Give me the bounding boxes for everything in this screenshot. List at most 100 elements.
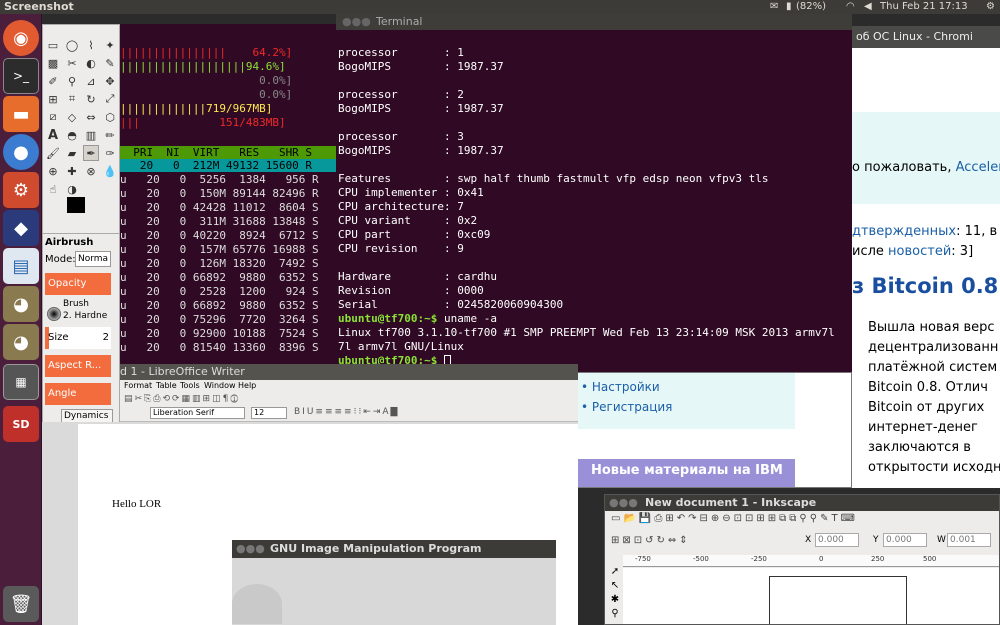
crop-icon[interactable]: ⌗ <box>64 91 80 107</box>
zoom-tool-icon[interactable]: ⚲ <box>607 607 623 621</box>
window-controls[interactable]: ●●● <box>342 14 371 30</box>
color-picker-icon[interactable]: ✐ <box>45 73 61 89</box>
process-row[interactable]: u 20 0 40220 8924 6712 S <box>120 229 319 242</box>
workspace-switcher-icon[interactable]: ▦ <box>3 364 39 400</box>
process-row[interactable]: u 20 0 66892 9880 6352 S <box>120 271 319 284</box>
foreground-color[interactable] <box>67 197 85 213</box>
select-tool-icon[interactable]: ➚ <box>607 565 623 579</box>
perspective-icon[interactable]: ◇ <box>64 109 80 125</box>
gimp-main-window[interactable]: ●●● GNU Image Manipulation Program <box>232 540 556 625</box>
menu-item-settings[interactable]: • Настройки <box>581 377 672 397</box>
terminal-icon[interactable]: >_ <box>3 58 39 94</box>
heal-icon[interactable]: ✚ <box>64 163 80 179</box>
brush-preview-icon[interactable] <box>47 307 61 321</box>
menu-help[interactable]: Help <box>238 380 256 392</box>
fuzzy-select-icon[interactable]: ✦ <box>102 37 118 53</box>
battery-icon[interactable]: ▮ <box>786 0 792 14</box>
flip-icon[interactable]: ⇔ <box>83 109 99 125</box>
power-icon[interactable]: ⚙ <box>986 0 995 14</box>
inkscape-canvas[interactable] <box>623 568 999 624</box>
process-row[interactable]: u 20 0 2528 1200 924 S <box>120 285 319 298</box>
size-slider[interactable]: Size 2 <box>45 327 111 349</box>
formatting-toolbar-icons[interactable]: BIU≡≡≡≡⁝⁝⇤⇥A▇ <box>294 407 399 417</box>
process-row[interactable]: u 20 0 126M 18320 7492 S <box>120 257 319 270</box>
foreground-select-icon[interactable]: ◐ <box>83 55 99 71</box>
inkscape-icon[interactable]: ◆ <box>3 210 39 246</box>
mode-select[interactable]: Norma <box>75 251 111 267</box>
cage-icon[interactable]: ⬡ <box>102 109 118 125</box>
process-row[interactable]: u 20 0 75296 7720 3264 S <box>120 313 319 326</box>
process-row[interactable]: u 20 0 66892 9880 6352 S <box>120 299 319 312</box>
text-icon[interactable]: A <box>45 127 61 143</box>
process-row-selected[interactable]: 20 0 212M 49132 15600 R <box>120 159 336 172</box>
tweak-tool-icon[interactable]: ✱ <box>607 593 623 607</box>
wifi-icon[interactable]: ◠ <box>846 0 855 14</box>
inkscape-window[interactable]: ●●● New document 1 - Inkscape ▭📂💾⎙⊞↶↷⊟⊕⊖… <box>604 494 1000 625</box>
ink-icon[interactable]: ✑ <box>102 145 118 161</box>
measure-icon[interactable]: ⊿ <box>83 73 99 89</box>
align-icon[interactable]: ⊞ <box>45 91 61 107</box>
chromium-page[interactable]: о пожаловать, Acceler дтвержденных: 11, … <box>852 48 1000 488</box>
article-heading[interactable]: з Bitcoin 0.8.0 <box>852 274 1000 298</box>
x-input[interactable]: 0.000 <box>815 533 859 547</box>
libreoffice-titlebar[interactable]: d 1 - LibreOffice Writer <box>120 364 578 380</box>
perspective-clone-icon[interactable]: ⊗ <box>83 163 99 179</box>
sd-card-icon[interactable]: SD <box>3 406 39 442</box>
blur-icon[interactable]: 💧 <box>102 163 118 179</box>
ellipse-select-icon[interactable]: ◯ <box>64 37 80 53</box>
dodge-icon[interactable]: ◑ <box>64 181 80 197</box>
document-text[interactable]: Hello LOR <box>112 498 161 510</box>
window-controls[interactable]: ●●● <box>236 540 265 558</box>
process-row[interactable]: u 20 0 92900 10188 7524 S <box>120 327 319 340</box>
dash-icon[interactable]: ◉ <box>3 20 39 56</box>
accelerator-link[interactable]: Acceler <box>956 160 1000 175</box>
chromium-icon[interactable]: ● <box>3 134 39 170</box>
clock[interactable]: Thu Feb 21 17:13 <box>880 0 968 14</box>
wiki-window[interactable]: • Настройки • Регистрация Новые материал… <box>568 372 852 488</box>
files-icon[interactable]: ▬ <box>3 96 39 132</box>
opacity-slider[interactable]: Opacity <box>45 273 111 295</box>
menu-format[interactable]: Format <box>124 380 152 392</box>
scale-icon[interactable]: ⤢ <box>102 91 118 107</box>
accessibility-icon[interactable]: ✉ <box>770 0 778 14</box>
clone-icon[interactable]: ⊕ <box>45 163 61 179</box>
free-select-icon[interactable]: ⌇ <box>83 37 99 53</box>
terminal-titlebar[interactable]: ●●● Terminal <box>336 14 852 30</box>
gimp-icon[interactable]: ◕ <box>3 286 39 322</box>
pencil-icon[interactable]: ✏ <box>102 127 118 143</box>
rect-select-icon[interactable]: ▭ <box>45 37 61 53</box>
standard-toolbar-icons[interactable]: ▤✂⎘⎙⟲⟳▦▥⊞◫¶⓵ <box>124 394 240 404</box>
menu-tools[interactable]: Tools <box>180 380 200 392</box>
inkscape-command-bar[interactable]: ▭📂💾⎙⊞↶↷⊟⊕⊖⊡⊡⊞⊞⧉⧉⚲⚲✎T⌨ <box>611 513 858 524</box>
gimp-icon-2[interactable]: ◕ <box>3 324 39 360</box>
process-row[interactable]: u 20 0 157M 65776 16988 S <box>120 243 319 256</box>
chromium-titlebar[interactable]: об ОС Linux - Chromi <box>852 26 1000 48</box>
font-name-select[interactable]: Liberation Serif <box>150 407 245 419</box>
gimp-canvas[interactable] <box>232 558 556 625</box>
paths-icon[interactable]: ✎ <box>102 55 118 71</box>
menu-table[interactable]: Table <box>156 380 177 392</box>
node-tool-icon[interactable]: ↖ <box>607 579 623 593</box>
chromium-tab-title[interactable]: об ОС Linux - Chromi <box>856 30 973 43</box>
process-row[interactable]: u 20 0 5256 1384 956 R <box>120 173 319 186</box>
confirmed-link[interactable]: дтвержденных <box>852 224 956 239</box>
smudge-icon[interactable]: ☝ <box>45 181 61 197</box>
libreoffice-writer-icon[interactable]: ▤ <box>3 248 39 284</box>
blend-icon[interactable]: ▥ <box>83 127 99 143</box>
bucket-fill-icon[interactable]: ◓ <box>64 127 80 143</box>
htop-terminal[interactable]: |||||||||||||||| 64.2%] ||||||||||||||||… <box>120 24 336 364</box>
gimp-titlebar[interactable]: ●●● GNU Image Manipulation Program <box>232 540 556 558</box>
trash-icon[interactable]: 🗑 <box>3 586 39 622</box>
y-input[interactable]: 0.000 <box>883 533 927 547</box>
process-row[interactable]: u 20 0 150M 89144 82496 R <box>120 187 319 200</box>
eraser-icon[interactable]: ▰ <box>64 145 80 161</box>
scissors-icon[interactable]: ✂ <box>64 55 80 71</box>
ibm-banner[interactable]: Новые материалы на IBM <box>577 459 795 487</box>
w-input[interactable]: 0.001 <box>947 533 991 547</box>
inkscape-select-toolbar[interactable]: ⊞⊠⊡↺↻⇔⇕ <box>611 535 691 546</box>
zoom-icon[interactable]: ⚲ <box>64 73 80 89</box>
angle-slider[interactable]: Angle <box>45 383 111 405</box>
menu-item-register[interactable]: • Регистрация <box>581 397 672 417</box>
menu-window[interactable]: Window <box>204 380 236 392</box>
terminal-window[interactable]: processor : 1 BogoMIPS : 1987.37 process… <box>336 30 852 372</box>
